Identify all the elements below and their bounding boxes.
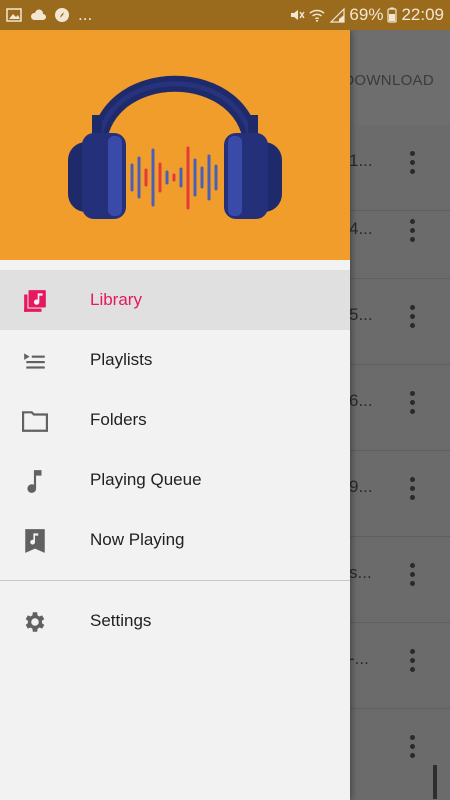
more-vert-icon (402, 215, 422, 255)
notification-overflow: ... (78, 5, 93, 24)
more-vert-icon (402, 387, 422, 427)
drawer-item-label: Folders (90, 410, 147, 429)
clock: 22:09 (401, 5, 444, 24)
more-vert-icon (402, 645, 422, 685)
song-title-fragment: 1... (349, 151, 373, 170)
drawer-item-now-playing[interactable]: Now Playing (0, 510, 350, 570)
gallery-icon (6, 8, 22, 22)
navigation-drawer: Library Playlists Folders Playing Queue (0, 30, 350, 800)
song-title-fragment: 9... (349, 477, 373, 496)
music-note-icon (27, 470, 42, 493)
drawer-item-library[interactable]: Library (0, 270, 350, 330)
more-vert-icon (402, 473, 422, 513)
signal-icon (329, 7, 346, 23)
drawer-item-label: Now Playing (90, 530, 185, 549)
drawer-item-settings[interactable]: Settings (0, 591, 350, 651)
bookmark-music-icon (25, 529, 45, 553)
drawer-divider (0, 580, 350, 581)
compass-icon (55, 8, 69, 22)
battery-percent: 69% (349, 5, 384, 24)
song-title-fragment: 6... (349, 391, 373, 410)
drawer-item-folders[interactable]: Folders (0, 390, 350, 450)
song-title-fragment: -... (349, 649, 369, 668)
drawer-menu: Library Playlists Folders Playing Queue (0, 270, 350, 651)
more-vert-icon (402, 731, 422, 771)
drawer-item-label: Library (90, 290, 142, 309)
song-title-fragment: 4... (349, 219, 373, 238)
playlist-icon (24, 353, 45, 369)
download-tab: DOWNLOAD (343, 72, 434, 89)
drawer-item-label: Settings (90, 611, 152, 630)
battery-icon (387, 7, 398, 23)
cloud-icon (30, 9, 46, 20)
folder-icon (22, 411, 48, 432)
drawer-header (0, 30, 350, 260)
more-vert-icon (402, 147, 422, 187)
drawer-item-playing-queue[interactable]: Playing Queue (0, 450, 350, 510)
drawer-item-label: Playing Queue (90, 470, 202, 489)
library-music-icon (24, 290, 46, 312)
wifi-icon (309, 9, 326, 22)
headphones-logo-icon (68, 75, 282, 219)
status-bar: ... 69% 22:09 (0, 0, 450, 30)
more-vert-icon (402, 301, 422, 341)
gear-icon (25, 612, 45, 632)
mute-icon (291, 10, 306, 20)
scrollbar[interactable] (433, 765, 437, 799)
drawer-item-label: Playlists (90, 350, 153, 369)
song-title-fragment: s... (349, 563, 372, 582)
more-vert-icon (402, 559, 422, 599)
song-title-fragment: 5... (349, 305, 373, 324)
drawer-item-playlists[interactable]: Playlists (0, 330, 350, 390)
